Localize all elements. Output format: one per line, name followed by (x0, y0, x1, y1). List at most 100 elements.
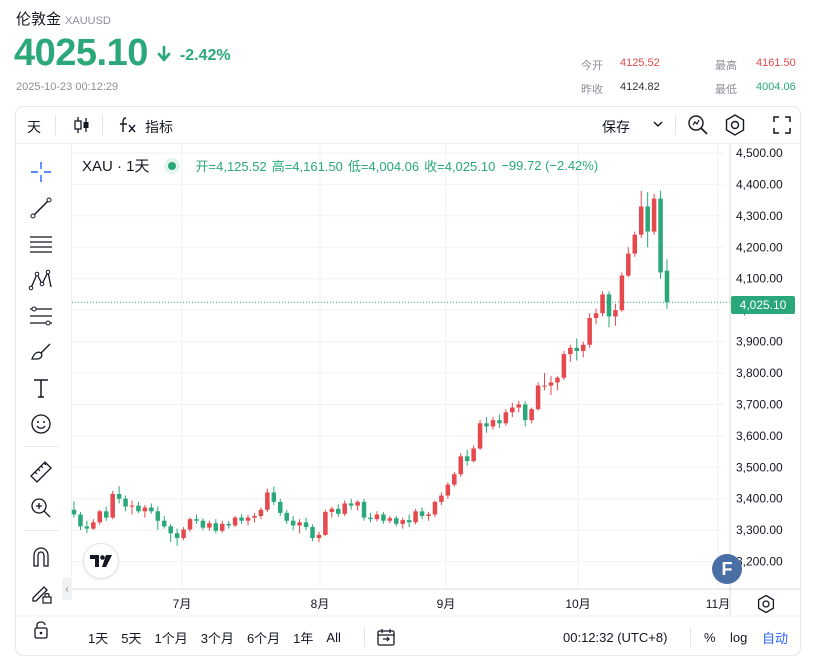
y-tick-label: 4,300.00 (736, 209, 783, 223)
percent-scale-toggle[interactable]: % (704, 625, 716, 649)
candle-body (555, 377, 560, 383)
candle-body (522, 404, 528, 421)
candle-body (329, 508, 335, 512)
candle (174, 528, 180, 546)
candle (529, 407, 534, 424)
candle-body (168, 526, 173, 534)
candle (484, 417, 489, 433)
range-1d[interactable]: 1天 (88, 628, 108, 647)
candle-body (155, 511, 161, 521)
candle-body (613, 310, 618, 317)
auto-scale-toggle[interactable]: 自动 (762, 625, 788, 649)
candle (477, 420, 483, 451)
candle (200, 518, 206, 531)
candle (78, 511, 83, 531)
range-all[interactable]: All (326, 630, 340, 645)
candle-body (239, 517, 244, 521)
candle (413, 508, 418, 525)
candle-body (361, 501, 367, 518)
candle (116, 486, 122, 504)
candle (213, 519, 219, 534)
candle-body (439, 495, 444, 502)
candle-body (419, 511, 425, 517)
tradingview-logo[interactable] (83, 543, 119, 579)
candle (426, 511, 431, 521)
candle-body (464, 456, 470, 462)
candle-body (626, 253, 631, 276)
candle (252, 512, 257, 523)
candle-body (490, 420, 496, 427)
range-5d[interactable]: 5天 (121, 628, 141, 647)
candle (323, 509, 328, 536)
brand-badge-icon[interactable]: F (712, 554, 742, 584)
range-1m[interactable]: 1个月 (154, 628, 187, 647)
candle-body (103, 511, 109, 518)
candle (374, 511, 380, 522)
candle (239, 513, 244, 524)
legend-change: −99.72 (−2.42%) (501, 158, 599, 173)
candle-body (71, 509, 77, 515)
price-chart[interactable]: 3,200.00 3,300.00 3,400.00 3,500.00 3,600.00… (0, 0, 822, 666)
candle-body (619, 275, 625, 311)
candle (516, 400, 522, 413)
candle (284, 509, 289, 524)
candle-body (355, 501, 360, 506)
candle-body (413, 511, 418, 523)
candle (155, 506, 161, 531)
candle-body (323, 511, 328, 535)
candle (542, 373, 547, 391)
candle (368, 512, 373, 523)
log-scale-toggle[interactable]: log (730, 625, 747, 649)
candle (497, 414, 502, 429)
candle-body (194, 519, 199, 521)
legend-title[interactable]: XAU · 1天 (82, 155, 150, 176)
candle (503, 409, 509, 426)
candle (290, 516, 296, 531)
candle-body (348, 503, 354, 506)
range-6m[interactable]: 6个月 (247, 628, 280, 647)
candle (303, 517, 309, 531)
candle (632, 231, 638, 257)
candle (329, 506, 335, 518)
x-tick-label: 11月 (706, 597, 730, 611)
y-tick-label: 3,200.00 (736, 555, 783, 569)
range-3m[interactable]: 3个月 (201, 628, 234, 647)
candle (278, 498, 283, 517)
candle (71, 501, 77, 518)
candle-body (78, 514, 83, 527)
candle-body (336, 508, 341, 514)
compare-icon[interactable] (375, 626, 397, 653)
candle (84, 520, 90, 534)
candle-body (503, 412, 509, 424)
candle (136, 501, 141, 513)
candle-body (310, 527, 315, 539)
candle-body (458, 456, 463, 475)
candle (394, 516, 399, 527)
candle-body (316, 534, 322, 539)
candle-body (342, 503, 347, 514)
candle-body (387, 518, 393, 521)
candle-body (445, 484, 451, 496)
legend-close: 收=4,025.10 (424, 159, 496, 174)
candle-body (638, 206, 644, 235)
candle (129, 500, 135, 515)
candle-body (290, 520, 296, 526)
candle (626, 247, 631, 278)
candle-body (664, 270, 670, 303)
gear-icon[interactable] (756, 594, 776, 619)
candle (593, 308, 599, 325)
candle-body (477, 423, 483, 449)
candle-body (471, 448, 476, 462)
candle-body (574, 347, 580, 352)
candle-body (123, 498, 128, 507)
candle-body (161, 520, 167, 527)
candle (651, 193, 657, 235)
candle (439, 492, 444, 506)
range-1y[interactable]: 1年 (293, 628, 313, 647)
candle-body (600, 294, 605, 314)
candle (310, 524, 315, 542)
candle-body (593, 313, 599, 319)
clock-display[interactable]: 00:12:32 (UTC+8) (563, 625, 667, 649)
candle (406, 514, 412, 528)
time-axis: 7月 8月 9月 10月 11月 (16, 588, 800, 617)
